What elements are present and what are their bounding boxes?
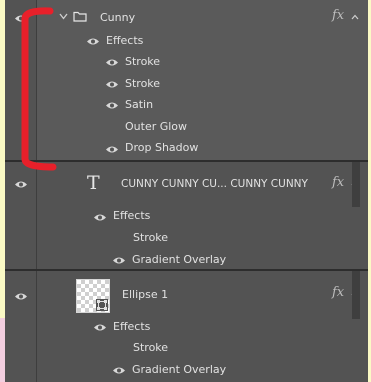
visibility-column: [5, 162, 37, 269]
group-layer-name: Cunny: [100, 11, 136, 24]
eye-icon[interactable]: [105, 101, 119, 110]
effect-item-satin[interactable]: Satin: [125, 98, 153, 112]
text-layer-type-icon: T: [87, 172, 100, 194]
effect-item-gradient-overlay[interactable]: Gradient Overlay: [132, 363, 226, 377]
effect-item-stroke[interactable]: Stroke: [125, 77, 160, 91]
effects-label: Effects: [113, 209, 151, 222]
chevron-down-icon[interactable]: [59, 13, 68, 20]
visibility-column: [5, 271, 37, 382]
annotation-bracket: [21, 7, 57, 171]
collapse-effects-caret-icon[interactable]: [350, 13, 360, 21]
effects-label: Effects: [113, 320, 151, 333]
scrollbar-segment: [352, 271, 360, 319]
effects-label: Effects: [106, 34, 144, 47]
eye-icon[interactable]: [86, 37, 100, 46]
effect-item-stroke[interactable]: Stroke: [133, 341, 168, 355]
text-layer-name: CUNNY CUNNY CU... CUNNY CUNNY: [121, 178, 308, 190]
effect-item-stroke[interactable]: Stroke: [133, 231, 168, 245]
eye-icon[interactable]: [14, 292, 28, 301]
group-layer-row[interactable]: Cunny fx Effects Stroke Stroke Satin Out…: [5, 0, 368, 160]
eye-icon[interactable]: [14, 180, 28, 189]
text-layer-row[interactable]: T CUNNY CUNNY CU... CUNNY CUNNY fx Effec…: [5, 162, 368, 269]
eye-icon[interactable]: [93, 323, 107, 332]
shape-layer-icon: [96, 299, 108, 311]
effect-item-stroke[interactable]: Stroke: [125, 55, 160, 69]
folder-icon: [73, 11, 87, 22]
fx-icon[interactable]: fx: [332, 175, 344, 190]
layers-panel: Cunny fx Effects Stroke Stroke Satin Out…: [5, 0, 368, 382]
fx-icon[interactable]: fx: [332, 285, 344, 300]
effect-item-drop-shadow[interactable]: Drop Shadow: [125, 141, 198, 155]
scrollbar-segment: [352, 162, 360, 207]
effect-item-outer-glow[interactable]: Outer Glow: [125, 120, 187, 134]
eye-icon[interactable]: [112, 256, 126, 265]
group-content: [37, 0, 368, 160]
eye-icon[interactable]: [112, 366, 126, 375]
shape-layer-name: Ellipse 1: [122, 288, 169, 301]
eye-icon[interactable]: [93, 213, 107, 222]
eye-icon[interactable]: [105, 80, 119, 89]
shape-layer-row[interactable]: Ellipse 1 fx Effects Stroke Gradient Ove…: [5, 271, 368, 382]
effect-item-gradient-overlay[interactable]: Gradient Overlay: [132, 253, 226, 267]
eye-icon[interactable]: [105, 145, 119, 154]
fx-icon[interactable]: fx: [332, 8, 344, 23]
eye-icon[interactable]: [105, 58, 119, 67]
